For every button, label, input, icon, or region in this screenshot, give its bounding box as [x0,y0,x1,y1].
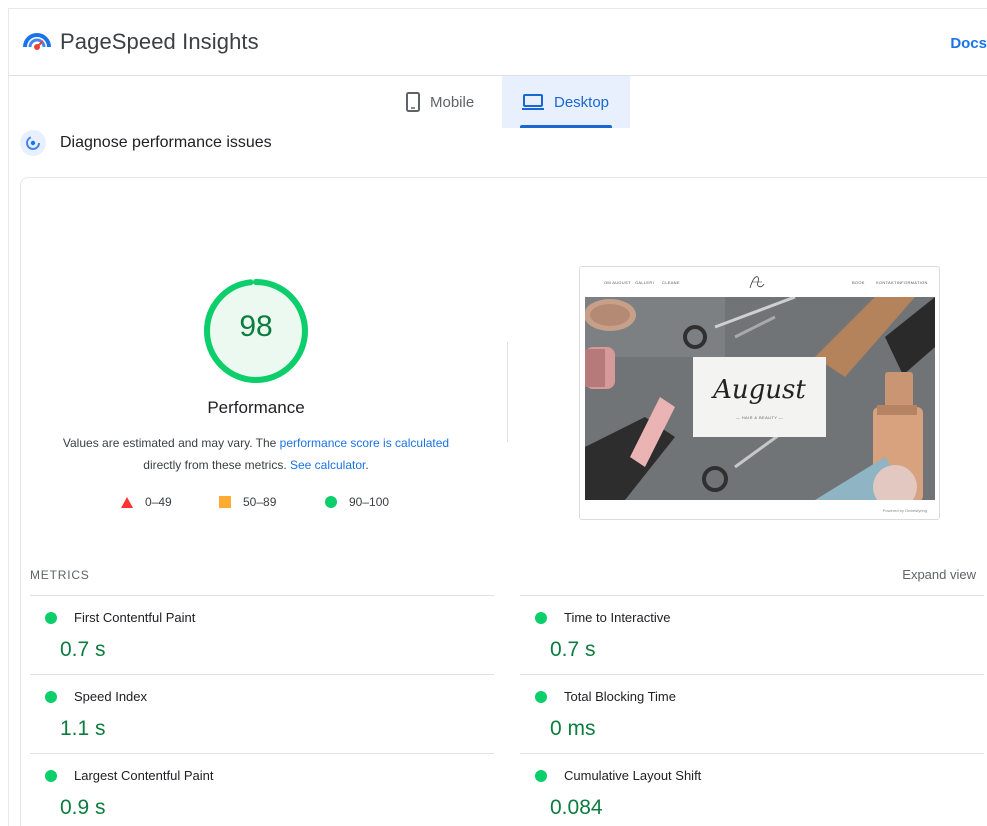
metric-speed-index[interactable]: Speed Index 1.1 s [30,674,494,753]
pass-circle-icon [45,691,57,703]
metric-value: 0.7 s [550,638,596,661]
expand-view-button[interactable]: Expand view [902,567,976,582]
triangle-icon [121,496,133,508]
legend-fail: 0–49 [121,495,172,509]
see-calculator-link[interactable]: See calculator [290,458,365,472]
legend-fail-label: 0–49 [145,495,172,509]
legend-average-label: 50–89 [243,495,277,509]
metric-value: 0.084 [550,796,603,819]
screenshot-nav-item: OM AUGUST [604,280,631,285]
screenshot-nav-item: BOOK [852,280,865,285]
screenshot-nav-item: CLEANE [662,280,680,285]
pass-circle-icon [535,612,547,624]
square-icon [219,496,231,508]
screenshot-hero-image: August — HAIR & BEAUTY — [585,297,935,500]
metric-name: Largest Contentful Paint [74,768,214,783]
diagnose-gauge-icon [20,130,46,156]
top-app-bar: PageSpeed Insights Docs [8,8,987,76]
metric-value: 0.9 s [60,796,106,819]
section-divider [507,342,508,442]
score-calculated-link[interactable]: performance score is calculated [280,436,449,450]
brand-name: August [713,375,806,405]
legend-pass: 90–100 [325,495,389,509]
metric-name: Total Blocking Time [564,689,676,704]
legend-pass-label: 90–100 [349,495,390,509]
metric-value: 1.1 s [60,717,106,740]
metrics-heading: METRICS [30,568,90,582]
metric-name: First Contentful Paint [74,610,196,625]
metric-name: Time to Interactive [564,610,671,625]
brand-card: August — HAIR & BEAUTY — [693,357,826,437]
pass-circle-icon [45,770,57,782]
screenshot-nav-item: KONTAKTINFORMATION [876,280,928,285]
pass-circle-icon [535,770,547,782]
tab-mobile[interactable]: Mobile [398,76,501,128]
metric-name: Cumulative Layout Shift [564,768,702,783]
august-logo-icon [749,276,765,289]
metric-value: 0.7 s [60,638,106,661]
tab-desktop-label: Desktop [554,93,610,111]
diagnose-section-header: Diagnose performance issues [20,130,272,156]
note-text-2: directly from these metrics. [143,458,290,472]
tab-desktop[interactable]: Desktop [502,76,630,128]
performance-score-value: 98 [239,310,273,343]
final-screenshot[interactable]: OM AUGUST GALLERI CLEANE BOOK KONTAKTINF… [579,266,940,520]
note-text-1: Values are estimated and may vary. The [62,436,280,450]
screenshot-footer: Powered by Ordrestyring [882,508,927,513]
metric-largest-contentful-paint[interactable]: Largest Contentful Paint 0.9 s [30,753,494,826]
metric-value: 0 ms [550,717,596,740]
laptop-icon [522,94,544,110]
phone-icon [406,92,420,112]
metric-first-contentful-paint[interactable]: First Contentful Paint 0.7 s [30,595,494,674]
note-text-3: . [365,458,369,472]
legend-average: 50–89 [219,495,276,509]
left-border [8,76,9,826]
app-title: PageSpeed Insights [60,29,259,54]
screenshot-nav: OM AUGUST GALLERI CLEANE BOOK KONTAKTINF… [580,267,939,297]
brand-subtitle: — HAIR & BEAUTY — [735,415,784,420]
diagnose-title: Diagnose performance issues [60,134,272,151]
pass-circle-icon [45,612,57,624]
metric-time-to-interactive[interactable]: Time to Interactive 0.7 s [520,595,984,674]
performance-title: Performance [207,398,305,417]
metric-total-blocking-time[interactable]: Total Blocking Time 0 ms [520,674,984,753]
docs-link[interactable]: Docs [950,35,987,52]
tab-mobile-label: Mobile [430,93,475,111]
screenshot-nav-item: GALLERI [635,280,654,285]
metric-cumulative-layout-shift[interactable]: Cumulative Layout Shift 0.084 [520,753,984,826]
pass-circle-icon [535,691,547,703]
metric-name: Speed Index [74,689,148,704]
performance-note: Values are estimated and may vary. The p… [40,432,472,476]
pagespeed-logo-icon[interactable] [23,27,51,55]
circle-icon [325,496,337,508]
